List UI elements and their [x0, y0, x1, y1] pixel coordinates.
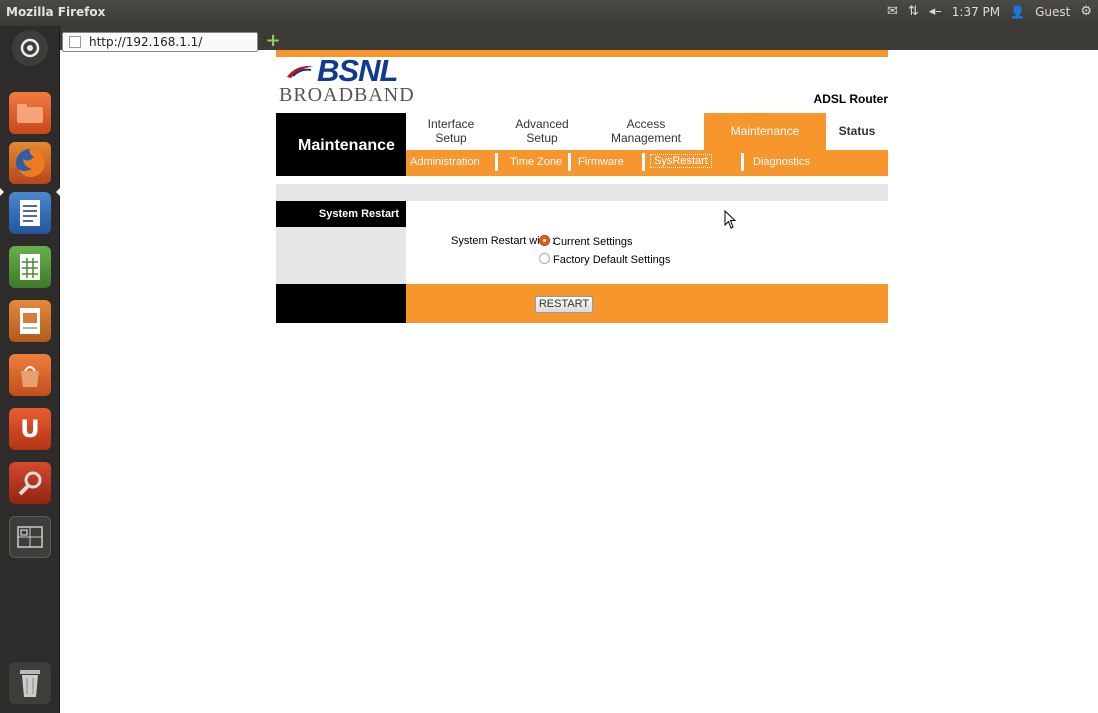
session-gear-icon[interactable]: ⚙ — [1080, 4, 1092, 19]
radio-current-settings[interactable] — [539, 235, 550, 246]
tab-interface-setup[interactable]: Interface Setup — [406, 113, 496, 150]
focus-indicator — [56, 188, 60, 196]
writer-icon[interactable] — [9, 192, 51, 234]
option-factory-default: Factory Default Settings — [553, 254, 671, 266]
tab-label-line1: Access — [626, 117, 666, 131]
volume-icon[interactable]: ◂– — [929, 4, 942, 19]
restart-button[interactable]: RESTART — [535, 296, 593, 313]
system-settings-icon[interactable] — [9, 462, 51, 504]
bsnl-logo: BSNL BROADBAND — [279, 55, 415, 106]
clock[interactable]: 1:37 PM — [952, 5, 1000, 19]
software-center-icon[interactable] — [9, 354, 51, 396]
launcher: U — [0, 26, 60, 713]
user-name[interactable]: Guest — [1035, 5, 1070, 19]
subnav-separator — [741, 153, 744, 171]
dash-home-icon[interactable] — [12, 30, 48, 66]
url-bar[interactable]: http://192.168.1.1/ — [62, 32, 258, 52]
network-icon[interactable]: ⇅ — [908, 4, 919, 19]
tab-label-line1: Status — [838, 124, 876, 138]
tab-access-management[interactable]: Access Management — [588, 113, 704, 150]
tab-label-line2: Setup — [435, 131, 467, 145]
tab-label-line1: Interface — [427, 117, 475, 131]
tab-status[interactable]: Status — [826, 113, 888, 150]
tab-label-line1: Advanced — [515, 117, 569, 131]
ubuntu-one-icon[interactable]: U — [9, 408, 51, 450]
model-label: ADSL Router — [813, 92, 888, 106]
subtab-administration[interactable]: Administration — [410, 156, 480, 168]
active-indicator — [0, 188, 4, 196]
gray-band — [276, 184, 888, 201]
files-icon[interactable] — [9, 92, 51, 134]
workspace-switcher-icon[interactable] — [9, 516, 51, 558]
subtab-time-zone[interactable]: Time Zone — [510, 156, 562, 168]
section-title: Maintenance — [276, 113, 406, 176]
subtab-diagnostics[interactable]: Diagnostics — [753, 156, 810, 168]
calc-icon[interactable] — [9, 246, 51, 288]
tab-advanced-setup[interactable]: Advanced Setup — [496, 113, 588, 150]
top-panel: Mozilla Firefox ✉ ⇅ ◂– 1:37 PM 👤 Guest ⚙ — [0, 0, 1098, 26]
url-text: http://192.168.1.1/ — [89, 35, 203, 49]
firefox-icon[interactable] — [9, 142, 51, 184]
tab-label-line2: Management — [610, 131, 682, 145]
option-current-settings: Current Settings — [553, 236, 633, 248]
indicator-area: ✉ ⇅ ◂– 1:37 PM 👤 Guest ⚙ — [887, 4, 1092, 19]
impress-icon[interactable] — [9, 300, 51, 342]
radio-factory-default[interactable] — [539, 253, 550, 264]
panel-title: System Restart — [276, 201, 406, 227]
subnav-separator — [568, 153, 571, 171]
side-panel — [276, 227, 406, 284]
subnav-separator — [642, 153, 645, 171]
subtab-sysrestart[interactable]: SysRestart — [650, 154, 712, 168]
window-title: Mozilla Firefox — [6, 5, 106, 19]
bsnl-swoosh-icon — [287, 65, 313, 78]
mouse-pointer-icon — [724, 210, 737, 229]
mail-icon[interactable]: ✉ — [887, 4, 898, 19]
trash-icon[interactable] — [9, 662, 51, 704]
page-icon — [69, 36, 81, 48]
logo-sub-brand: BROADBAND — [279, 84, 415, 106]
footer-bar — [406, 284, 888, 323]
footer-left — [276, 284, 406, 323]
new-tab-plus-icon[interactable]: + — [264, 32, 282, 50]
tab-maintenance[interactable]: Maintenance — [704, 113, 826, 150]
subnav-separator — [495, 153, 498, 171]
subtab-firmware[interactable]: Firmware — [578, 156, 624, 168]
tab-label-line2: Setup — [526, 131, 558, 145]
tab-label-line1: Maintenance — [730, 124, 800, 138]
user-icon[interactable]: 👤 — [1010, 5, 1025, 19]
